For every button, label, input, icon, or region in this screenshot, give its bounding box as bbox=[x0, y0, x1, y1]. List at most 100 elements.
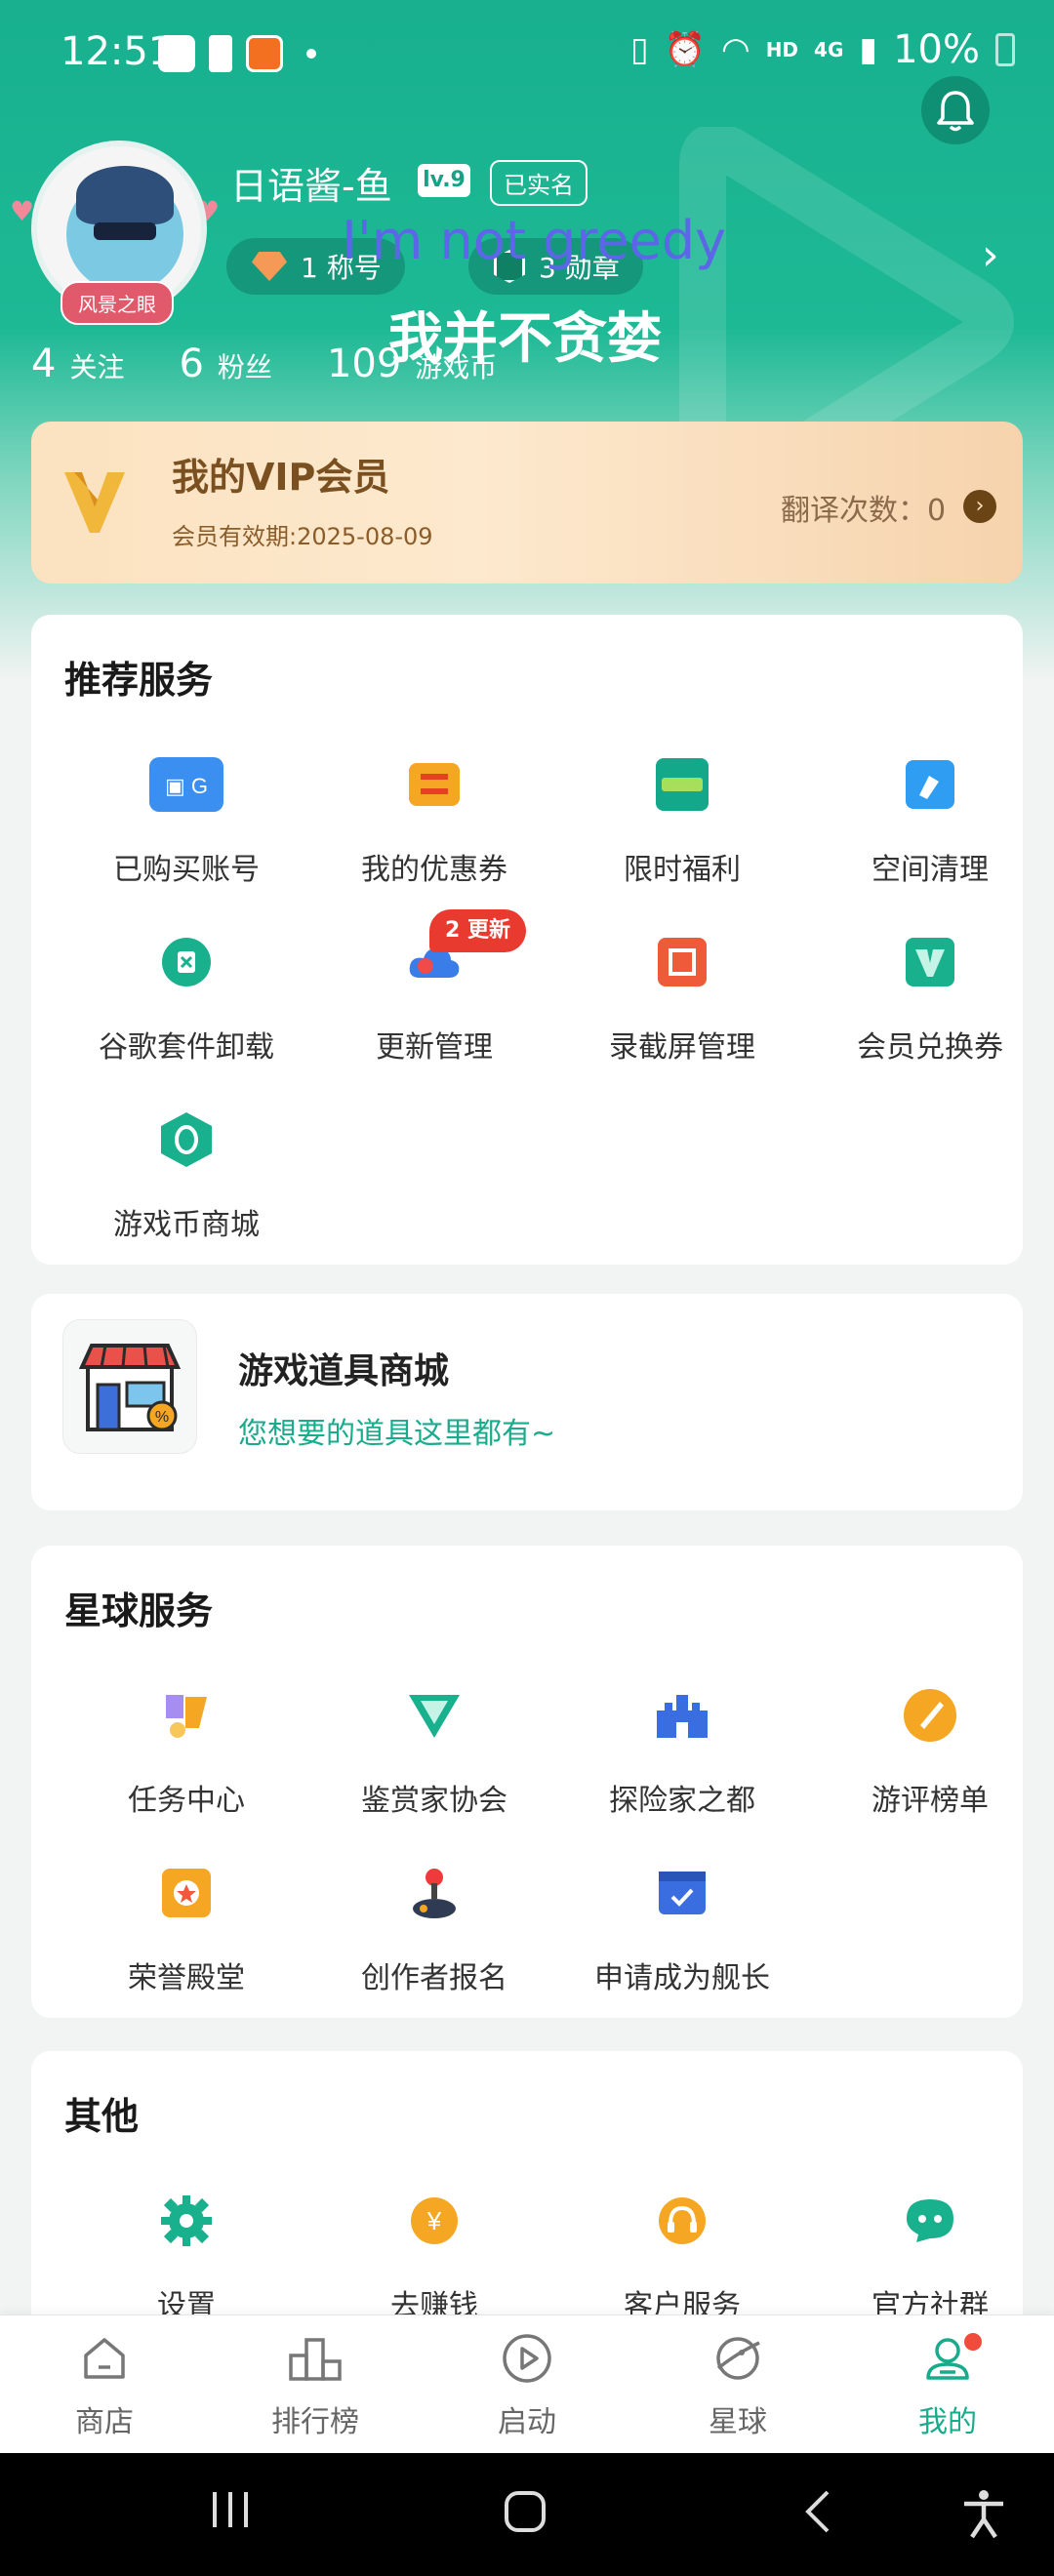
connoisseur-button[interactable]: 鉴赏家协会 bbox=[310, 1678, 558, 1844]
title-gem-icon bbox=[252, 252, 287, 281]
connoisseur-icon bbox=[397, 1678, 471, 1752]
stat-followers[interactable]: 6 粉丝 bbox=[179, 342, 271, 386]
review-ranking-button[interactable]: 游评榜单 bbox=[806, 1678, 1054, 1844]
planet-icon bbox=[710, 2331, 765, 2386]
honor-hall-icon bbox=[149, 1856, 223, 1930]
vip-voucher-icon bbox=[893, 925, 967, 999]
screen-record-icon bbox=[645, 925, 719, 999]
nav-mine[interactable]: 我的 bbox=[874, 2331, 1021, 2440]
shop-store-icon: % bbox=[62, 1319, 197, 1454]
captain-apply-button[interactable]: 申请成为舰长 bbox=[558, 1856, 806, 2022]
warning-icon bbox=[209, 35, 232, 72]
game-app-icon bbox=[246, 35, 283, 72]
vip-arrow-icon[interactable]: › bbox=[963, 490, 996, 523]
svg-text:▣ G: ▣ G bbox=[165, 774, 208, 798]
accessibility-button[interactable] bbox=[962, 2488, 1005, 2539]
notification-bell-button[interactable] bbox=[921, 76, 990, 144]
official-community-icon bbox=[893, 2184, 967, 2258]
other-title: 其他 bbox=[64, 2095, 140, 2138]
planet-services-card: 星球服务 任务中心 鉴赏家协会 探险家之都 游评榜单 荣誉殿堂 创作者报名 申请… bbox=[31, 1546, 1023, 2018]
nav-store[interactable]: 商店 bbox=[31, 2331, 178, 2440]
stat-game-coins[interactable]: 109 游戏币 bbox=[327, 342, 497, 386]
hd-indicator: HD bbox=[765, 38, 799, 61]
alarm-icon: ⏰ bbox=[664, 30, 707, 69]
limited-welfare-button[interactable]: 限时福利 bbox=[558, 747, 806, 913]
level-badge: lv.9 bbox=[418, 164, 470, 197]
avatar-frame-tag: 风景之眼 bbox=[61, 281, 174, 325]
vip-membership-card[interactable]: 我的VIP会员 会员有效期:2025-08-09 翻译次数：0 › bbox=[31, 422, 1023, 584]
game-item-shop-card[interactable]: % 游戏道具商城 您想要的道具这里都有~ bbox=[31, 1294, 1023, 1510]
back-button[interactable] bbox=[800, 2488, 835, 2535]
coin-mall-button[interactable]: 游戏币商城 bbox=[62, 1103, 310, 1268]
limited-welfare-icon bbox=[645, 747, 719, 822]
home-circle-icon bbox=[505, 2491, 546, 2532]
my-coupon-button[interactable]: 我的优惠券 bbox=[310, 747, 558, 913]
vip-voucher-button[interactable]: 会员兑换券 bbox=[806, 925, 1054, 1091]
screen-record-button[interactable]: 录截屏管理 bbox=[558, 925, 806, 1091]
status-time: 12:51 bbox=[61, 29, 174, 74]
google-uninstall-button[interactable]: 谷歌套件卸载 bbox=[62, 925, 310, 1091]
signal-icon: ▮ bbox=[859, 30, 878, 69]
ranking-icon bbox=[288, 2331, 343, 2386]
play-launch-icon bbox=[500, 2331, 554, 2386]
avatar[interactable]: ♥ ♥ 风景之眼 bbox=[10, 127, 224, 325]
task-center-icon bbox=[149, 1678, 223, 1752]
planet-title: 星球服务 bbox=[64, 1590, 214, 1632]
back-arrow-icon bbox=[805, 2490, 830, 2533]
accessibility-icon bbox=[964, 2490, 1003, 2539]
creator-signup-icon bbox=[397, 1856, 471, 1930]
task-center-button[interactable]: 任务中心 bbox=[62, 1678, 310, 1844]
honor-hall-button[interactable]: 荣誉殿堂 bbox=[62, 1856, 310, 2022]
battery-percent: 10% bbox=[893, 27, 980, 72]
shop-subtitle: 您想要的道具这里都有~ bbox=[238, 1417, 556, 1451]
bell-icon bbox=[937, 91, 974, 132]
nav-launch[interactable]: 启动 bbox=[454, 2331, 600, 2440]
creator-signup-button[interactable]: 创作者报名 bbox=[310, 1856, 558, 2022]
vip-expire-date: 会员有效期:2025-08-09 bbox=[172, 523, 433, 550]
overlay-caption-en: I'm not greedy bbox=[342, 210, 727, 271]
recent-apps-button[interactable] bbox=[209, 2488, 252, 2531]
battery-icon bbox=[995, 33, 1015, 66]
google-uninstall-icon bbox=[149, 925, 223, 999]
home-button[interactable] bbox=[502, 2488, 548, 2535]
recommended-title: 推荐服务 bbox=[64, 659, 214, 702]
recent-apps-icon bbox=[213, 2492, 248, 2527]
username[interactable]: 日语酱-鱼 bbox=[230, 156, 392, 210]
coupon-icon bbox=[397, 747, 471, 822]
review-ranking-icon bbox=[893, 1678, 967, 1752]
recommended-services-card: 推荐服务 ▣ G 已购买账号 我的优惠券 限时福利 空间清理 谷歌套件卸载 更新… bbox=[31, 615, 1023, 1265]
explorer-castle-button[interactable]: 探险家之都 bbox=[558, 1678, 806, 1844]
network-4g-indicator: 4G bbox=[814, 38, 844, 61]
settings-gear-icon bbox=[149, 2184, 223, 2258]
svg-text:%: % bbox=[155, 1409, 169, 1426]
earn-money-icon: ¥ bbox=[397, 2184, 471, 2258]
verified-badge: 已实名 bbox=[490, 160, 588, 206]
space-clean-button[interactable]: 空间清理 bbox=[806, 747, 1054, 913]
coin-mall-icon bbox=[149, 1103, 223, 1177]
purchased-account-icon: ▣ G bbox=[149, 747, 223, 822]
bottom-navigation: 商店 排行榜 启动 星球 我的 bbox=[0, 2314, 1054, 2453]
vip-title: 我的VIP会员 bbox=[172, 456, 390, 499]
profile-stats: 4 关注 6 粉丝 109 游戏币 bbox=[31, 342, 551, 386]
nfc-icon: ▯ bbox=[629, 30, 649, 69]
captain-apply-icon bbox=[645, 1856, 719, 1930]
update-count-badge: 2 更新 bbox=[429, 909, 526, 952]
app-notification-icon bbox=[158, 35, 195, 72]
nav-planet[interactable]: 星球 bbox=[665, 2331, 811, 2440]
unread-dot bbox=[964, 2333, 982, 2351]
vip-logo-icon bbox=[64, 472, 125, 533]
wifi-icon: ◠ bbox=[721, 30, 750, 69]
explorer-castle-icon bbox=[645, 1678, 719, 1752]
customer-service-icon bbox=[645, 2184, 719, 2258]
profile-chevron-right-icon[interactable]: › bbox=[982, 230, 999, 280]
purchased-account-button[interactable]: ▣ G 已购买账号 bbox=[62, 747, 310, 913]
svg-text:¥: ¥ bbox=[426, 2206, 442, 2235]
translate-count: 翻译次数：0 bbox=[781, 494, 947, 528]
status-bar: 12:51 ▯ ⏰ ◠ HD 4G ▮ 10% bbox=[0, 0, 1054, 117]
more-notifications-icon bbox=[306, 49, 316, 59]
home-store-icon bbox=[77, 2331, 132, 2386]
shop-title: 游戏道具商城 bbox=[238, 1351, 450, 1391]
system-navigation-bar bbox=[0, 2453, 1054, 2576]
stat-following[interactable]: 4 关注 bbox=[31, 342, 124, 386]
nav-ranking[interactable]: 排行榜 bbox=[242, 2331, 388, 2440]
